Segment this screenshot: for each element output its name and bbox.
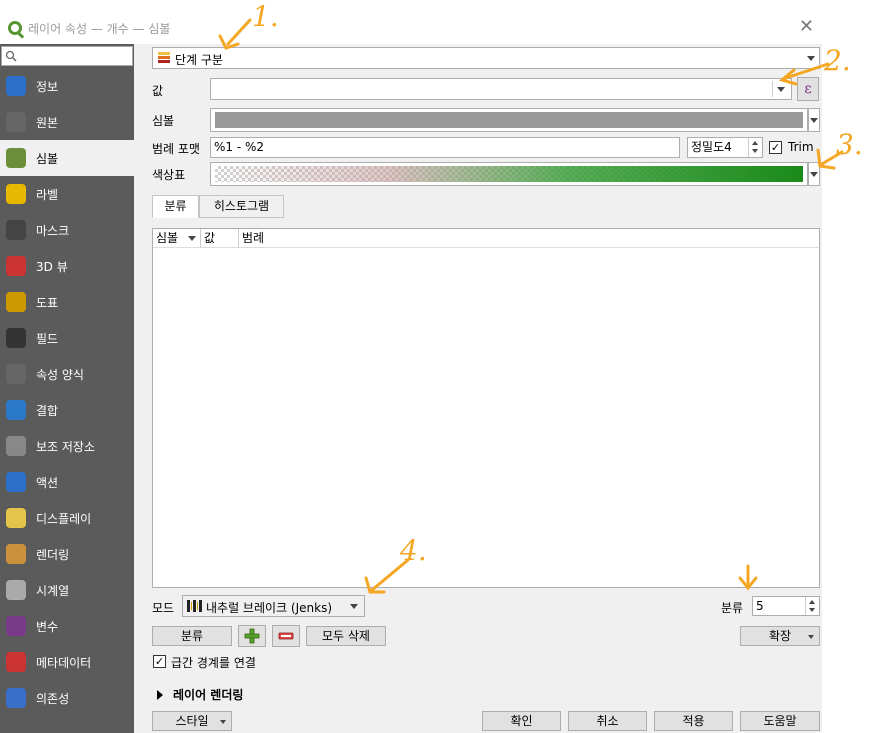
annotation-2: 2. — [824, 44, 851, 77]
annotation-4: 4. — [400, 534, 427, 567]
annotation-3: 3. — [836, 128, 863, 161]
annotation-1: 1. — [252, 0, 279, 33]
annotation-arrows — [218, 18, 844, 594]
